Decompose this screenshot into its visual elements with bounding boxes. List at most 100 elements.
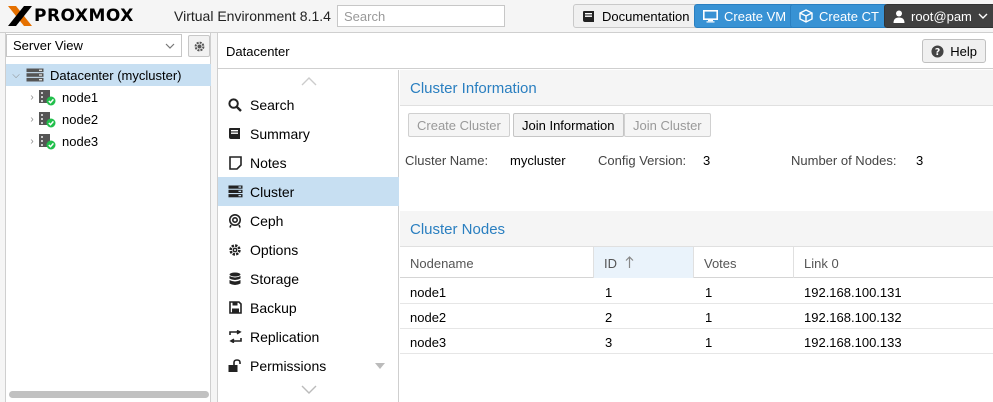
nav-item-label: Storage bbox=[250, 270, 300, 287]
book-icon bbox=[583, 10, 594, 22]
table-row[interactable]: node3 3 1 192.168.100.133 bbox=[400, 329, 993, 354]
gear-icon bbox=[194, 41, 204, 51]
server-view-value: Server View bbox=[13, 38, 83, 53]
cluster-nodes-grid-header: Nodename ID Votes Link 0 bbox=[400, 246, 993, 278]
nav-item-label: Cluster bbox=[250, 183, 295, 200]
nav-item-ceph[interactable]: Ceph bbox=[218, 206, 399, 235]
resource-tree: ⌵ Datacenter (mycluster) › node1 › node2… bbox=[6, 64, 211, 152]
server-view-select[interactable]: Server View bbox=[6, 34, 182, 57]
nav-scroll-up[interactable] bbox=[218, 72, 399, 90]
top-bar: PROXMOX Virtual Environment 8.1.4 Docume… bbox=[0, 0, 993, 33]
documentation-label: Documentation bbox=[602, 8, 690, 24]
nav-item-label: Summary bbox=[250, 125, 310, 142]
chevron-down-icon bbox=[301, 385, 316, 394]
cell-id: 1 bbox=[605, 285, 613, 300]
column-header-id[interactable]: ID bbox=[594, 247, 694, 278]
database-icon bbox=[227, 271, 243, 287]
create-cluster-button[interactable]: Create Cluster bbox=[408, 113, 510, 137]
column-label: Nodename bbox=[410, 256, 474, 271]
create-vm-button[interactable]: Create VM bbox=[694, 4, 796, 28]
nav-item-label: Notes bbox=[250, 154, 287, 171]
cluster-info-row: Cluster Name: mycluster Config Version: … bbox=[405, 153, 993, 171]
replication-icon bbox=[227, 329, 243, 345]
join-information-button[interactable]: Join Information bbox=[513, 113, 624, 137]
question-circle-icon: ? bbox=[931, 44, 944, 57]
nav-item-label: Ceph bbox=[250, 212, 284, 229]
book-icon bbox=[227, 126, 243, 142]
chevron-down-icon bbox=[978, 13, 988, 19]
cell-votes: 1 bbox=[705, 285, 713, 300]
nav-item-permissions[interactable]: Permissions bbox=[218, 351, 399, 380]
user-menu-button[interactable]: root@pam bbox=[884, 4, 993, 28]
user-label: root@pam bbox=[911, 8, 972, 24]
tree-item-label: Datacenter (mycluster) bbox=[50, 67, 182, 83]
page-title: Datacenter bbox=[226, 44, 290, 59]
cell-link0: 192.168.100.131 bbox=[804, 285, 902, 300]
expand-arrow-icon[interactable]: › bbox=[26, 92, 38, 103]
cell-id: 2 bbox=[605, 310, 613, 325]
nav-item-notes[interactable]: Notes bbox=[218, 148, 399, 177]
table-row[interactable]: node1 1 1 192.168.100.131 bbox=[400, 279, 993, 304]
create-ct-label: Create CT bbox=[819, 8, 879, 24]
nav-item-storage[interactable]: Storage bbox=[218, 264, 399, 293]
nav-item-replication[interactable]: Replication bbox=[218, 322, 399, 351]
cluster-information-header: Cluster Information bbox=[400, 70, 993, 106]
documentation-button[interactable]: Documentation bbox=[573, 4, 699, 28]
tree-item-node2[interactable]: › node2 bbox=[6, 108, 211, 130]
nav-item-cluster[interactable]: Cluster bbox=[218, 177, 399, 206]
nav-scroll-down[interactable] bbox=[218, 380, 399, 398]
column-header-link0[interactable]: Link 0 bbox=[794, 247, 993, 278]
cluster-name-value: mycluster bbox=[510, 153, 566, 168]
column-label: Link 0 bbox=[804, 256, 839, 271]
tree-settings-button[interactable] bbox=[188, 35, 210, 57]
resource-tree-panel: Server View ⌵ Datacenter (mycluster) › n… bbox=[5, 33, 211, 402]
svg-text:?: ? bbox=[935, 46, 940, 57]
nav-item-label: Search bbox=[250, 96, 295, 113]
nav-item-search[interactable]: Search bbox=[218, 90, 399, 119]
nav-item-summary[interactable]: Summary bbox=[218, 119, 399, 148]
chevron-down-icon bbox=[165, 43, 175, 49]
proxmox-logo[interactable]: PROXMOX bbox=[6, 4, 134, 28]
nav-item-options[interactable]: Options bbox=[218, 235, 399, 264]
product-version: Virtual Environment 8.1.4 bbox=[174, 8, 331, 24]
caret-down-icon[interactable] bbox=[375, 363, 385, 369]
config-version-label: Config Version: bbox=[598, 153, 687, 168]
expand-arrow-icon[interactable]: › bbox=[26, 136, 38, 147]
cluster-nodes-header: Cluster Nodes bbox=[400, 211, 993, 247]
config-version-value: 3 bbox=[703, 153, 711, 168]
help-label: Help bbox=[950, 43, 977, 59]
cell-nodename: node3 bbox=[410, 335, 447, 350]
cell-votes: 1 bbox=[705, 335, 713, 350]
chevron-up-icon bbox=[301, 76, 316, 85]
proxmox-x-icon bbox=[8, 6, 32, 26]
column-label: Votes bbox=[704, 256, 737, 271]
create-ct-button[interactable]: Create CT bbox=[790, 4, 888, 28]
column-header-nodename[interactable]: Nodename bbox=[400, 247, 594, 278]
collapse-arrow-icon[interactable]: ⌵ bbox=[10, 70, 22, 81]
gear-icon bbox=[227, 242, 243, 258]
tree-item-label: node3 bbox=[62, 133, 99, 149]
server-online-icon bbox=[39, 111, 56, 127]
column-header-votes[interactable]: Votes bbox=[694, 247, 794, 278]
nav-item-backup[interactable]: Backup bbox=[218, 293, 399, 322]
datacenter-nav: Search Summary Notes Cluster Ceph Option… bbox=[218, 70, 399, 402]
cell-votes: 1 bbox=[705, 310, 713, 325]
help-button[interactable]: ? Help bbox=[922, 39, 986, 63]
datacenter-icon bbox=[26, 68, 44, 82]
nav-item-label: Options bbox=[250, 241, 299, 258]
tree-item-node1[interactable]: › node1 bbox=[6, 86, 211, 108]
search-icon bbox=[227, 97, 243, 113]
tree-horizontal-scrollbar[interactable] bbox=[9, 391, 209, 398]
nav-list: Search Summary Notes Cluster Ceph Option… bbox=[218, 90, 399, 380]
cell-nodename: node1 bbox=[410, 285, 447, 300]
tree-item-datacenter[interactable]: ⌵ Datacenter (mycluster) bbox=[6, 64, 211, 86]
expand-arrow-icon[interactable]: › bbox=[26, 114, 38, 125]
tree-item-node3[interactable]: › node3 bbox=[6, 130, 211, 152]
brand-name: PROXMOX bbox=[34, 6, 134, 26]
join-cluster-button[interactable]: Join Cluster bbox=[624, 113, 711, 137]
number-of-nodes-value: 3 bbox=[916, 153, 924, 168]
table-row[interactable]: node2 2 1 192.168.100.132 bbox=[400, 304, 993, 329]
cluster-name-label: Cluster Name: bbox=[405, 153, 489, 168]
search-input[interactable] bbox=[337, 5, 505, 27]
sort-ascending-icon bbox=[625, 256, 634, 268]
